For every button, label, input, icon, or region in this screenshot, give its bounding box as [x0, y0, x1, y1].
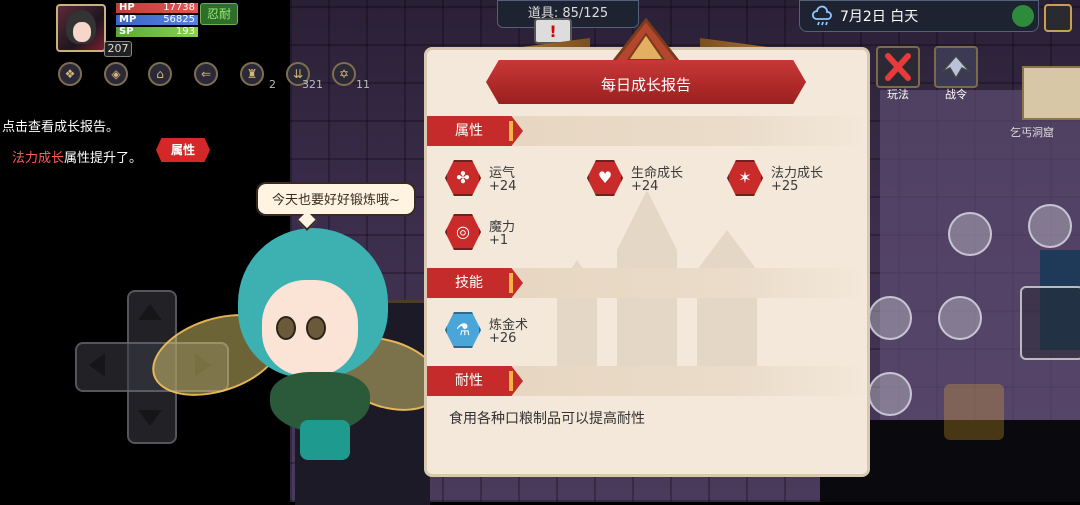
alert-icon[interactable]: ! [534, 18, 572, 44]
search-icon[interactable] [948, 212, 992, 256]
dpad-left-icon[interactable] [89, 353, 105, 377]
skill-alchemy: ⚗ 炼金术 +26 [445, 312, 575, 352]
book-icon[interactable] [868, 372, 912, 416]
attribute-badge[interactable]: 属性 [156, 138, 210, 162]
exit-icon[interactable] [1044, 4, 1072, 32]
armor-icon[interactable]: ♜ [240, 62, 264, 86]
sp-value: 193 [175, 26, 195, 37]
cloud-rain-icon [812, 5, 832, 26]
fairy-eye-left [276, 316, 296, 340]
stat-luck-value: +24 [489, 179, 517, 194]
log-text: 属性提升了。 [64, 151, 143, 166]
mp-value: 56825 [163, 14, 195, 25]
fairy-speech-bubble: 今天也要好好锻炼哦~ [256, 182, 416, 216]
hp-bar: HP 17738 [116, 3, 198, 13]
magic-star-icon: ✶ [727, 160, 763, 196]
eagle-icon [941, 54, 971, 80]
clover-icon: ✤ [445, 160, 481, 196]
stat-mana-growth: ✶ 法力成长 +25 [727, 160, 857, 200]
house-icon[interactable]: ⌂ [148, 62, 172, 86]
log-line-attribute[interactable]: 法力成长属性提升了。 [12, 147, 142, 166]
durability-section-bar: 耐性 [427, 366, 867, 396]
skills-section-bar: 技能 [427, 268, 867, 298]
dialog-title: 每日成长报告 [486, 60, 806, 104]
magnifier-icon[interactable] [868, 296, 912, 340]
scroll-icon[interactable]: ❖ [58, 62, 82, 86]
hp-label: HP [119, 2, 135, 13]
stat-health-value: +24 [631, 179, 659, 194]
growth-report-dialog: 属性 ✤ 运气 +24 ♥ 生命成长 +24 ✶ 法力成长 +25 ◎ 魔力 +… [424, 47, 870, 477]
battle-pass-button[interactable] [934, 46, 978, 88]
play-menu-button[interactable] [876, 46, 920, 88]
star-circle-icon[interactable]: ✡ [332, 62, 356, 86]
skill-alchemy-value: +26 [489, 331, 517, 346]
hp-value: 17738 [163, 2, 195, 13]
stat-magic-value: +1 [489, 233, 509, 248]
star-circle-count: 11 [356, 78, 370, 91]
compass-icon[interactable] [938, 296, 982, 340]
patience-status: 忍耐 [200, 3, 238, 25]
close-x-icon [885, 53, 911, 81]
battle-pass-label: 战令 [945, 88, 967, 101]
shield-icon[interactable]: ◈ [104, 62, 128, 86]
log-line-report[interactable]: 点击查看成长报告。 [2, 116, 119, 135]
fairy-legs [300, 420, 350, 460]
date-text: 7月2日 白天 [840, 9, 919, 25]
player-avatar[interactable] [56, 4, 106, 52]
fairy-eye-right [306, 316, 326, 340]
swap-icon[interactable] [1028, 204, 1072, 248]
stat-luck: ✤ 运气 +24 [445, 160, 575, 200]
durability-hint: 食用各种口粮制品可以提高耐性 [449, 411, 645, 427]
map-scroll-icon[interactable] [1022, 66, 1080, 120]
attributes-section-bar: 属性 [427, 116, 867, 146]
heart-icon: ♥ [587, 160, 623, 196]
stat-magic: ◎ 魔力 +1 [445, 214, 575, 254]
sp-bar: SP 193 [116, 27, 198, 37]
skills-section-tag: 技能 [427, 268, 523, 298]
mp-bar: MP 56825 [116, 15, 198, 25]
down-arrows-count: 321 [302, 78, 323, 91]
date-weather-panel[interactable]: 7月2日 白天 [799, 0, 1039, 32]
sp-label: SP [119, 26, 134, 37]
player-level: 207 [104, 41, 132, 57]
dpad-down-icon[interactable] [138, 410, 162, 426]
durability-section-tag: 耐性 [427, 366, 523, 396]
globe-network-icon[interactable] [1012, 5, 1034, 27]
armor-count: 2 [269, 78, 276, 91]
stat-mana-value: +25 [771, 179, 799, 194]
log-highlight: 法力成长 [12, 151, 65, 166]
stat-health-growth: ♥ 生命成长 +24 [587, 160, 717, 200]
dpad-up-icon[interactable] [138, 304, 162, 320]
swirl-icon: ◎ [445, 214, 481, 250]
play-menu-label: 玩法 [887, 88, 909, 101]
flask-icon: ⚗ [445, 312, 481, 348]
bow-weapon-icon[interactable] [1020, 286, 1080, 360]
arrow-icon[interactable]: ⇐ [194, 62, 218, 86]
mp-label: MP [119, 14, 137, 25]
attributes-section-tag: 属性 [427, 116, 523, 146]
cave-location-label: 乞丐洞窟 [1010, 126, 1054, 139]
sword-attack-icon[interactable] [944, 384, 1004, 440]
